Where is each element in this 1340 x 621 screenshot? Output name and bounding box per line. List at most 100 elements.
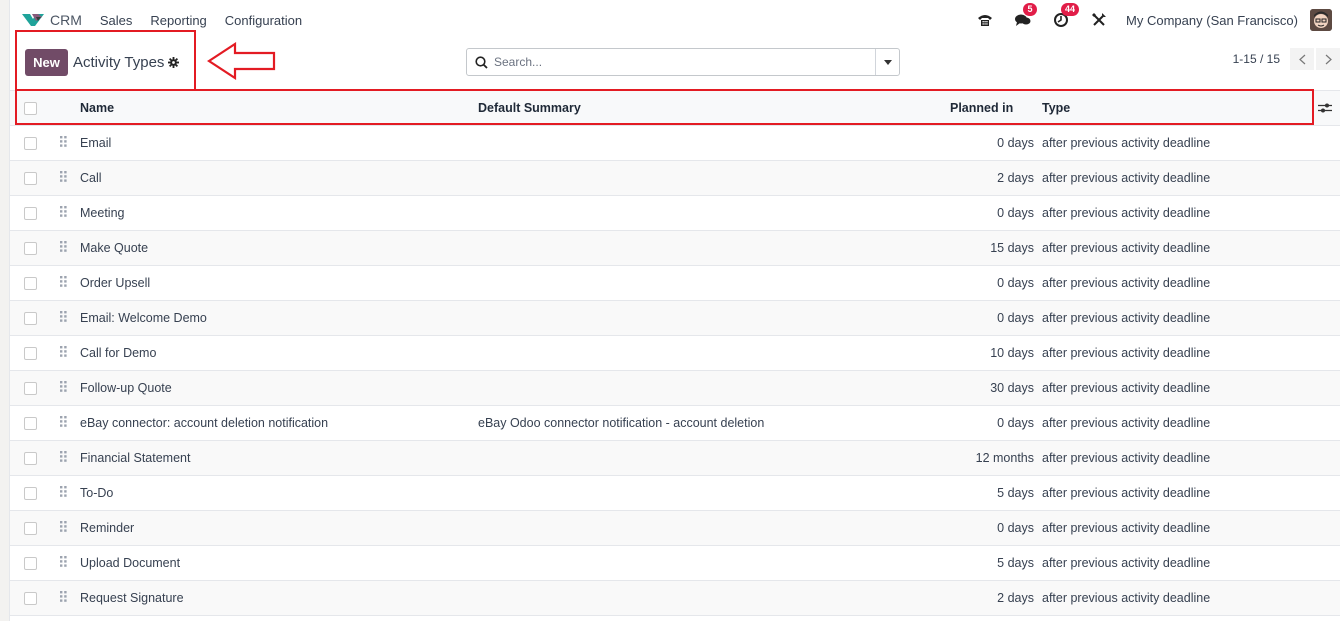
- drag-handle-icon[interactable]: [60, 171, 67, 185]
- cell-planned-in: 0 days: [997, 521, 1034, 535]
- drag-handle-icon[interactable]: [60, 311, 67, 325]
- cell-type: after previous activity deadline: [1042, 381, 1211, 395]
- column-header-default-summary[interactable]: Default Summary: [478, 91, 918, 126]
- search-bar: [466, 48, 900, 76]
- cell-type: after previous activity deadline: [1042, 346, 1211, 360]
- column-header-name[interactable]: Name: [80, 91, 478, 126]
- table-row[interactable]: Financial Statement 12 months after prev…: [10, 440, 1340, 476]
- row-checkbox[interactable]: [24, 137, 37, 151]
- row-checkbox[interactable]: [24, 557, 37, 571]
- row-checkbox[interactable]: [24, 312, 37, 326]
- table-row[interactable]: Follow-up Quote 30 days after previous a…: [10, 370, 1340, 406]
- cell-name: Request Signature: [80, 591, 184, 605]
- table-row[interactable]: To-Do 5 days after previous activity dea…: [10, 475, 1340, 511]
- search-input[interactable]: [494, 55, 875, 69]
- left-gutter: [0, 0, 10, 621]
- pager-value[interactable]: 1-15 / 15: [1233, 52, 1280, 66]
- drag-handle-icon[interactable]: [60, 416, 67, 430]
- menu-reporting[interactable]: Reporting: [150, 13, 206, 28]
- optional-columns-cell: [1310, 91, 1340, 126]
- table-row[interactable]: Meeting 0 days after previous activity d…: [10, 195, 1340, 231]
- cell-planned-in: 10 days: [990, 346, 1034, 360]
- pager: 1-15 / 15: [1233, 48, 1340, 70]
- table-row[interactable]: Reminder 0 days after previous activity …: [10, 510, 1340, 546]
- table-row[interactable]: Call 2 days after previous activity dead…: [10, 160, 1340, 196]
- row-checkbox[interactable]: [24, 242, 37, 256]
- row-checkbox[interactable]: [24, 347, 37, 361]
- row-checkbox[interactable]: [24, 207, 37, 221]
- row-select-cell: [10, 581, 54, 616]
- company-switcher[interactable]: My Company (San Francisco): [1126, 13, 1298, 28]
- column-header-type[interactable]: Type: [1042, 91, 1310, 126]
- search-options-toggle[interactable]: [875, 49, 899, 75]
- row-checkbox[interactable]: [24, 172, 37, 186]
- cell-planned-in: 0 days: [997, 311, 1034, 325]
- row-handle-cell: [54, 581, 80, 616]
- cell-planned-in: 2 days: [997, 591, 1034, 605]
- drag-handle-icon[interactable]: [60, 381, 67, 395]
- drag-handle-icon[interactable]: [60, 136, 67, 150]
- row-checkbox[interactable]: [24, 382, 37, 396]
- cell-type: after previous activity deadline: [1042, 136, 1211, 150]
- row-checkbox[interactable]: [24, 487, 37, 501]
- row-select-cell: [10, 406, 54, 441]
- table-row[interactable]: Email: Welcome Demo 0 days after previou…: [10, 300, 1340, 336]
- cell-planned-in: 30 days: [990, 381, 1034, 395]
- crm-logo-icon[interactable]: [22, 13, 44, 27]
- chat-icon[interactable]: 5: [1012, 3, 1038, 31]
- drag-handle-icon[interactable]: [60, 206, 67, 220]
- cell-planned-in: 15 days: [990, 241, 1034, 255]
- cell-default-summary: [478, 196, 918, 231]
- drag-handle-icon[interactable]: [60, 241, 67, 255]
- row-checkbox[interactable]: [24, 277, 37, 291]
- phone-icon[interactable]: [974, 9, 996, 31]
- row-handle-cell: [54, 441, 80, 476]
- row-handle-cell: [54, 546, 80, 581]
- pager-next-button[interactable]: [1316, 48, 1340, 70]
- select-all-checkbox[interactable]: [24, 102, 37, 116]
- menu-configuration[interactable]: Configuration: [225, 13, 302, 28]
- app-name[interactable]: CRM: [50, 12, 82, 28]
- table-row[interactable]: Upload Document 5 days after previous ac…: [10, 545, 1340, 581]
- tools-icon[interactable]: [1088, 9, 1110, 31]
- new-button[interactable]: New: [25, 49, 68, 76]
- cell-default-summary: [478, 546, 918, 581]
- row-checkbox[interactable]: [24, 417, 37, 431]
- menu-sales[interactable]: Sales: [100, 13, 133, 28]
- row-handle-cell: [54, 231, 80, 266]
- clock-activity-icon[interactable]: 44: [1050, 3, 1080, 31]
- optional-columns-toggle-icon[interactable]: [1310, 102, 1340, 114]
- cell-name: Financial Statement: [80, 451, 191, 465]
- table-row[interactable]: Email 0 days after previous activity dea…: [10, 125, 1340, 161]
- column-header-planned-in[interactable]: Planned in: [918, 91, 1042, 126]
- row-handle-cell: [54, 511, 80, 546]
- drag-handle-icon[interactable]: [60, 486, 67, 500]
- table-row[interactable]: Call for Demo 10 days after previous act…: [10, 335, 1340, 371]
- row-checkbox[interactable]: [24, 522, 37, 536]
- row-select-cell: [10, 266, 54, 301]
- table-row[interactable]: Order Upsell 0 days after previous activ…: [10, 265, 1340, 301]
- cell-default-summary: [478, 231, 918, 266]
- drag-handle-icon[interactable]: [60, 591, 67, 605]
- drag-handle-icon[interactable]: [60, 346, 67, 360]
- row-select-cell: [10, 441, 54, 476]
- drag-handle-icon[interactable]: [60, 521, 67, 535]
- table-row[interactable]: Make Quote 15 days after previous activi…: [10, 230, 1340, 266]
- cell-name: Make Quote: [80, 241, 149, 255]
- cell-type: after previous activity deadline: [1042, 451, 1211, 465]
- cell-name: Call: [80, 171, 102, 185]
- pager-previous-button[interactable]: [1290, 48, 1314, 70]
- drag-handle-icon[interactable]: [60, 276, 67, 290]
- cell-default-summary: eBay Odoo connector notification - accou…: [478, 416, 765, 430]
- cell-name: Email: Welcome Demo: [80, 311, 207, 325]
- row-checkbox[interactable]: [24, 452, 37, 466]
- table-row[interactable]: eBay connector: account deletion notific…: [10, 405, 1340, 441]
- row-handle-cell: [54, 196, 80, 231]
- user-avatar[interactable]: [1310, 9, 1332, 31]
- row-checkbox[interactable]: [24, 592, 37, 606]
- table-row[interactable]: Request Signature 2 days after previous …: [10, 580, 1340, 616]
- drag-handle-icon[interactable]: [60, 451, 67, 465]
- search-icon: [475, 55, 488, 69]
- drag-handle-icon[interactable]: [60, 556, 67, 570]
- gear-icon[interactable]: [168, 56, 179, 71]
